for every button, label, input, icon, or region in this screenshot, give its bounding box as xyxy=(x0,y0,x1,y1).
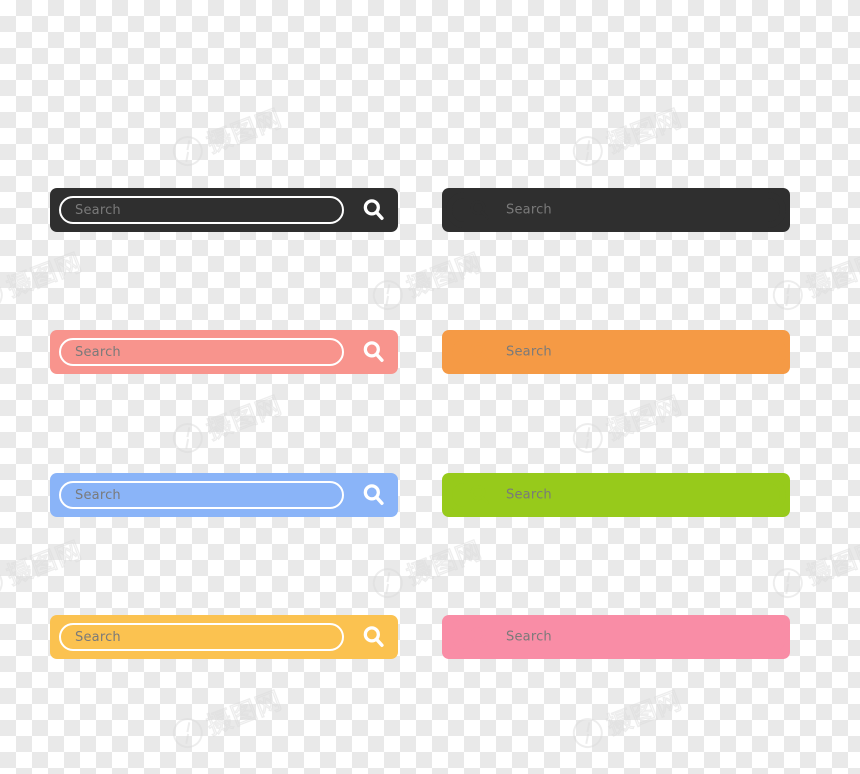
search-input[interactable] xyxy=(446,619,786,655)
search-placeholder: Search xyxy=(506,344,552,360)
search-input[interactable] xyxy=(446,192,786,228)
search-bar-orange-outline[interactable]: Search xyxy=(442,330,790,374)
search-bar-body[interactable]: Search xyxy=(50,615,398,659)
search-bar-body[interactable]: Search xyxy=(50,473,398,517)
transparency-canvas: 摄图网 摄图网 摄图网 摄图网 摄图网 摄图网 摄图网 摄图网 摄图网 摄图网 摄图网 摄图网 Sea… xyxy=(0,0,860,774)
search-bar-grid: Search Search Search Search Search Search Sear… xyxy=(0,0,860,774)
search-button[interactable] xyxy=(360,338,388,366)
search-icon xyxy=(361,339,387,365)
search-icon[interactable] xyxy=(468,625,492,649)
search-input[interactable]: Search xyxy=(59,338,344,366)
search-bar-body[interactable]: Search xyxy=(442,473,790,517)
search-bar-yellow-button[interactable]: Search xyxy=(50,615,398,659)
search-placeholder: Search xyxy=(75,487,121,503)
search-placeholder: Search xyxy=(506,202,552,218)
search-placeholder: Search xyxy=(506,629,552,645)
search-bar-pink-outline[interactable]: Search xyxy=(442,615,790,659)
search-bar-body[interactable]: Search xyxy=(442,615,790,659)
search-bar-green-outline[interactable]: Search xyxy=(442,473,790,517)
search-icon[interactable] xyxy=(468,340,492,364)
search-icon[interactable] xyxy=(468,483,492,507)
search-placeholder: Search xyxy=(506,487,552,503)
search-bar-body[interactable]: Search xyxy=(442,188,790,232)
search-bar-body[interactable]: Search xyxy=(442,330,790,374)
search-button[interactable] xyxy=(360,623,388,651)
search-placeholder: Search xyxy=(75,202,121,218)
search-input[interactable] xyxy=(446,334,786,370)
search-icon xyxy=(361,624,387,650)
search-input[interactable]: Search xyxy=(59,481,344,509)
search-icon xyxy=(361,482,387,508)
search-input[interactable]: Search xyxy=(59,196,344,224)
search-button[interactable] xyxy=(360,481,388,509)
search-bar-body[interactable]: Search xyxy=(50,330,398,374)
search-bar-dark-button[interactable]: Search xyxy=(50,188,398,232)
search-button[interactable] xyxy=(360,196,388,224)
search-icon xyxy=(361,197,387,223)
search-input[interactable] xyxy=(446,477,786,513)
search-bar-dark-outline[interactable]: Search xyxy=(442,188,790,232)
search-icon[interactable] xyxy=(468,198,492,222)
search-input[interactable]: Search xyxy=(59,623,344,651)
search-placeholder: Search xyxy=(75,629,121,645)
search-bar-body[interactable]: Search xyxy=(50,188,398,232)
search-bar-salmon-button[interactable]: Search xyxy=(50,330,398,374)
search-bar-blue-button[interactable]: Search xyxy=(50,473,398,517)
search-placeholder: Search xyxy=(75,344,121,360)
